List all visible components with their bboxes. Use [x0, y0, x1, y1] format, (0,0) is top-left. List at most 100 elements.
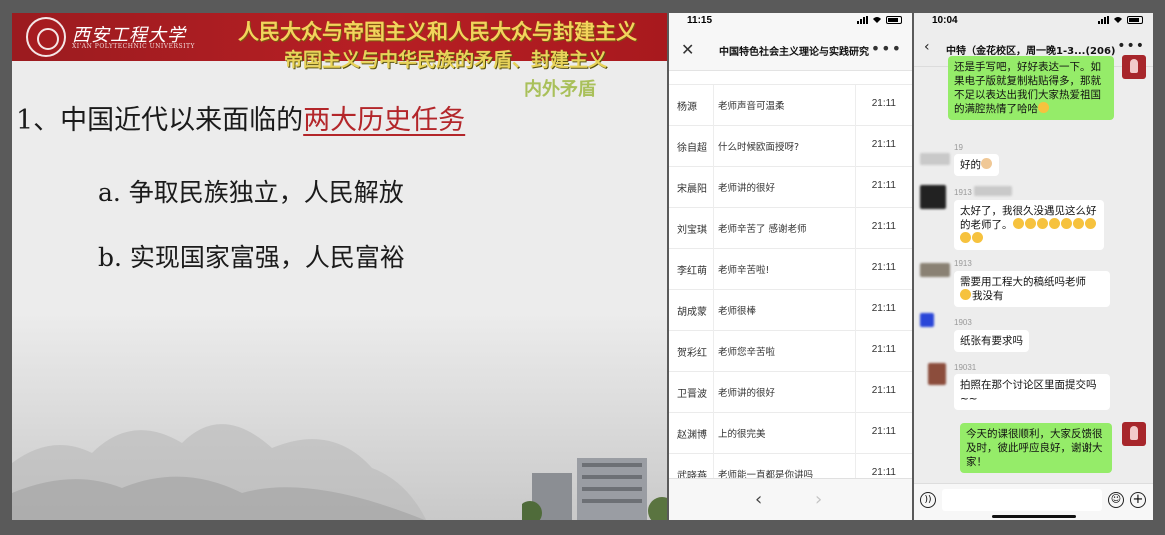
screenshot-collage: 西安工程大学 XI'AN POLYTECHNIC UNIVERSITY 人民大众… — [0, 0, 1165, 535]
grin-emoji-icon — [1084, 218, 1096, 229]
grin-emoji-icon — [1036, 218, 1048, 229]
student-message: 老师辛苦啦! — [718, 265, 770, 276]
overlay-text-line1: 人民大众与帝国主义和人民大众与封建主义 — [238, 20, 637, 44]
message-text: 今天的课很顺利，大家反馈很及时，彼此呼应良好，谢谢大家！ — [966, 428, 1103, 468]
message-time: 21:11 — [871, 98, 896, 109]
list-item[interactable]: 刘宝琪 老师辛苦了 感谢老师 21:11 — [669, 208, 912, 249]
plus-icon[interactable]: + — [1130, 492, 1146, 508]
phone-group-chat: 10:04 ‹ 中特（金花校区，周一晚1-3...(206) ••• 还是手写吧… — [914, 13, 1153, 520]
page-title: 中国特色社会主义理论与实践研究 — [719, 47, 869, 58]
message-text: 还是手写吧，好好表达一下。如果电子版就复制粘贴得多，那就不足以表达出我们大家热爱… — [954, 61, 1101, 115]
message-time: 21:11 — [871, 467, 896, 478]
battery-icon — [886, 16, 902, 24]
list-item[interactable]: 卫晋波 老师讲的很好 21:11 — [669, 372, 912, 413]
mountain-illustration — [12, 424, 427, 520]
university-name-en: XI'AN POLYTECHNIC UNIVERSITY — [72, 43, 195, 50]
chat-bubble-mine[interactable]: 今天的课很顺利，大家反馈很及时，彼此呼应良好，谢谢大家！ — [960, 423, 1112, 473]
message-time: 21:11 — [871, 221, 896, 232]
student-name: 胡成蒙 — [677, 307, 707, 318]
student-name: 李红萌 — [677, 266, 707, 277]
grin-emoji-icon — [1060, 218, 1072, 229]
student-name: 贺彩红 — [677, 348, 707, 359]
student-name: 赵渊博 — [677, 430, 707, 441]
slide-item-a: a. 争取民族独立，人民解放 — [98, 178, 404, 207]
student-name: 卫晋波 — [677, 389, 707, 400]
list-item[interactable]: 徐自超 什么时候欧面授呀? 21:11 — [669, 126, 912, 167]
more-icon[interactable]: ••• — [871, 39, 902, 58]
student-message: 老师很棒 — [718, 306, 757, 317]
my-avatar[interactable] — [1122, 422, 1146, 446]
status-time: 11:15 — [687, 15, 713, 26]
sender-name: 1913 — [954, 259, 972, 268]
chat-bubble-other[interactable]: 纸张有要求吗 — [954, 330, 1029, 352]
lecture-slide: 西安工程大学 XI'AN POLYTECHNIC UNIVERSITY 人民大众… — [12, 13, 667, 520]
message-time: 21:11 — [871, 385, 896, 396]
blurred-avatar — [920, 153, 950, 165]
emoji-icon[interactable]: ☺ — [1108, 492, 1124, 508]
status-indicators — [857, 16, 902, 24]
slide-heading: 1、中国近代以来面临的两大历史任务 — [16, 98, 465, 137]
ok-hand-emoji-icon — [981, 158, 992, 169]
sender-name: 1913 — [954, 188, 972, 197]
student-message: 什么时候欧面授呀? — [718, 142, 800, 153]
list-item[interactable]: 宋晨阳 老师讲的很好 21:11 — [669, 167, 912, 208]
student-message: 老师辛苦了 感谢老师 — [718, 224, 807, 235]
message-text-cont: 我没有 — [972, 290, 1004, 302]
laugh-emoji-icon — [960, 289, 971, 300]
list-item[interactable]: 赵渊博 上的很完美 21:11 — [669, 413, 912, 454]
student-name: 徐自超 — [677, 143, 707, 154]
close-icon[interactable]: ✕ — [681, 40, 694, 59]
wifi-icon — [873, 17, 881, 23]
list-item[interactable]: 贺彩红 老师您辛苦啦 21:11 — [669, 331, 912, 372]
chat-title: 中特（金花校区，周一晚1-3...(206) — [946, 46, 1116, 57]
phone-attendance-list: 11:15 ✕ 中国特色社会主义理论与实践研究 ••• 杨源 老师声音可温柔 21:… — [669, 13, 912, 520]
message-time: 21:11 — [871, 344, 896, 355]
student-name: 杨源 — [677, 102, 697, 113]
status-time: 10:04 — [932, 15, 958, 26]
chat-bubble-mine[interactable]: 还是手写吧，好好表达一下。如果电子版就复制粘贴得多，那就不足以表达出我们大家热爱… — [948, 56, 1114, 120]
message-time: 21:11 — [871, 303, 896, 314]
grin-emoji-icon — [1012, 218, 1024, 229]
voice-icon[interactable]: )) — [920, 492, 936, 508]
browser-toolbar: ‹ › — [669, 478, 912, 520]
message-text: 需要用工程大的稿纸吗老师 — [960, 276, 1086, 288]
message-input[interactable] — [942, 489, 1102, 511]
more-icon[interactable]: ••• — [1117, 38, 1145, 54]
grin-emoji-icon — [1024, 218, 1036, 229]
back-arrow-icon[interactable]: ‹ — [755, 489, 762, 510]
student-message: 老师讲的很好 — [718, 388, 776, 399]
back-icon[interactable]: ‹ — [924, 39, 930, 55]
overlay-text-line3: 内外矛盾 — [524, 79, 596, 100]
chat-bubble-other[interactable]: 好的 — [954, 154, 999, 176]
message-text: 好的 — [960, 159, 981, 171]
grin-emoji-icon — [1038, 102, 1049, 113]
status-indicators — [1098, 16, 1143, 24]
chat-bubble-other[interactable]: 太好了，我很久没遇见这么好的老师了。 — [954, 200, 1104, 250]
grin-emoji-icon — [972, 232, 983, 243]
attendance-list: 杨源 老师声音可温柔 21:11 徐自超 什么时候欧面授呀? 21:11 宋晨阳 老师讲的… — [669, 85, 912, 495]
chat-bubble-other[interactable]: 拍照在那个讨论区里面提交吗~~ — [954, 374, 1110, 410]
sender-name: 19031 — [954, 363, 977, 372]
my-avatar[interactable] — [1122, 55, 1146, 79]
message-time: 21:11 — [871, 139, 896, 150]
forward-arrow-icon[interactable]: › — [815, 489, 822, 510]
student-message: 老师您辛苦啦 — [718, 347, 776, 358]
message-text: 纸张有要求吗 — [960, 335, 1023, 347]
student-name: 宋晨阳 — [677, 184, 707, 195]
list-item[interactable]: 杨源 老师声音可温柔 21:11 — [669, 85, 912, 126]
student-message: 老师声音可温柔 — [718, 101, 785, 112]
list-item[interactable]: 李红萌 老师辛苦啦! 21:11 — [669, 249, 912, 290]
list-item[interactable]: 胡成蒙 老师很棒 21:11 — [669, 290, 912, 331]
grin-emoji-icon — [1048, 218, 1060, 229]
nav-bar: ✕ 中国特色社会主义理论与实践研究 ••• — [669, 31, 912, 71]
grin-emoji-icon — [1072, 218, 1084, 229]
status-bar: 10:04 — [914, 13, 1153, 29]
slide-heading-highlight: 两大历史任务 — [303, 105, 466, 136]
campus-building-illustration — [522, 458, 667, 520]
sender-name: 19 — [954, 143, 963, 152]
message-time: 21:11 — [871, 426, 896, 437]
chat-bubble-other[interactable]: 需要用工程大的稿纸吗老师我没有 — [954, 271, 1110, 307]
university-seal-logo — [26, 17, 66, 57]
student-message: 上的很完美 — [718, 429, 766, 440]
list-top-strip — [669, 71, 912, 85]
